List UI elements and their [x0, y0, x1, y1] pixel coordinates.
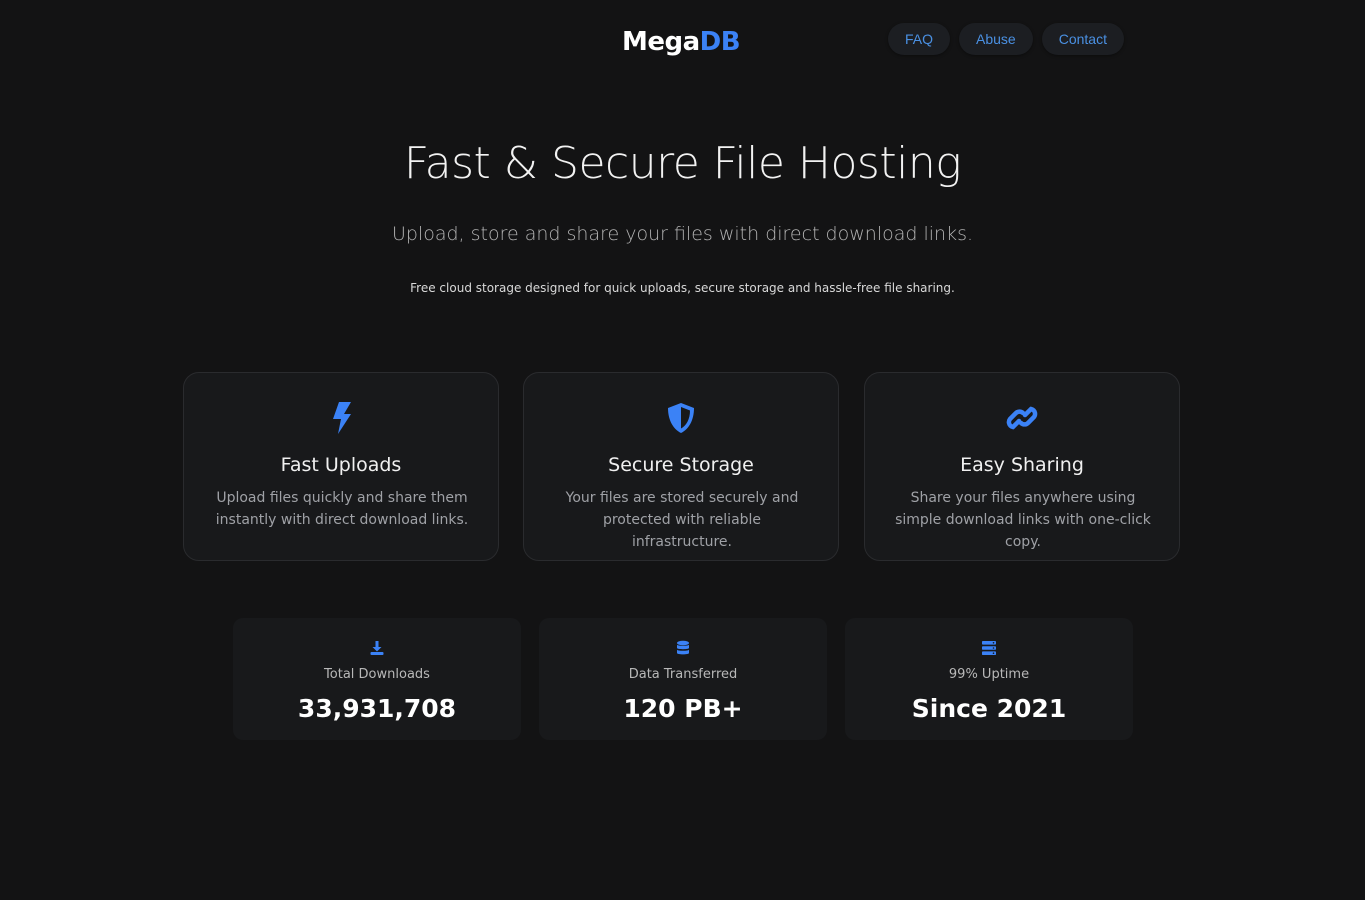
stat-label: 99% Uptime [948, 667, 1030, 682]
link-icon [865, 401, 1179, 435]
feature-card-fast-uploads: Fast Uploads Upload files quickly and sh… [183, 372, 499, 561]
feature-text: Upload files quickly and share them inst… [215, 490, 469, 528]
download-icon [233, 640, 521, 656]
shield-icon [524, 401, 838, 435]
page: MegaDB FAQ Abuse Contact Fast & Secure F… [0, 0, 1365, 900]
feature-title: Fast Uploads [280, 454, 402, 476]
bolt-icon [184, 401, 498, 435]
stat-value: Since 2021 [911, 694, 1067, 723]
feature-card-secure-storage: Secure Storage Your files are stored sec… [523, 372, 839, 561]
feature-card-easy-sharing: Easy Sharing Share your files anywhere u… [864, 372, 1180, 561]
stat-card-uptime: 99% Uptime Since 2021 [845, 618, 1133, 740]
hero-title: Fast & Secure File Hosting [403, 138, 962, 189]
stat-label: Total Downloads [324, 667, 430, 682]
nav-contact-link[interactable]: Contact [1041, 23, 1124, 55]
server-icon [845, 640, 1133, 656]
hero-description: Free cloud storage designed for quick up… [410, 281, 955, 295]
site-logo[interactable]: MegaDB [622, 23, 744, 61]
logo-main-text: Mega [622, 27, 700, 57]
nav-abuse-link[interactable]: Abuse [959, 23, 1033, 55]
top-nav: FAQ Abuse Contact [888, 23, 1124, 55]
logo-accent-text: DB [699, 27, 741, 57]
stat-card-total-downloads: Total Downloads 33,931,708 [233, 618, 521, 740]
database-icon [539, 640, 827, 656]
stat-value: 33,931,708 [297, 694, 457, 723]
nav-faq-link[interactable]: FAQ [888, 23, 951, 55]
feature-title: Easy Sharing [960, 454, 1084, 476]
feature-title: Secure Storage [608, 454, 754, 476]
stat-card-data-transferred: Data Transferred 120 PB+ [539, 618, 827, 740]
hero-subtitle: Upload, store and share your files with … [391, 223, 974, 245]
stat-value: 120 PB+ [623, 694, 743, 723]
feature-text: Your files are stored securely and prote… [565, 490, 799, 550]
stat-label: Data Transferred [628, 667, 738, 682]
feature-text: Share your files anywhere using simple d… [895, 490, 1151, 550]
